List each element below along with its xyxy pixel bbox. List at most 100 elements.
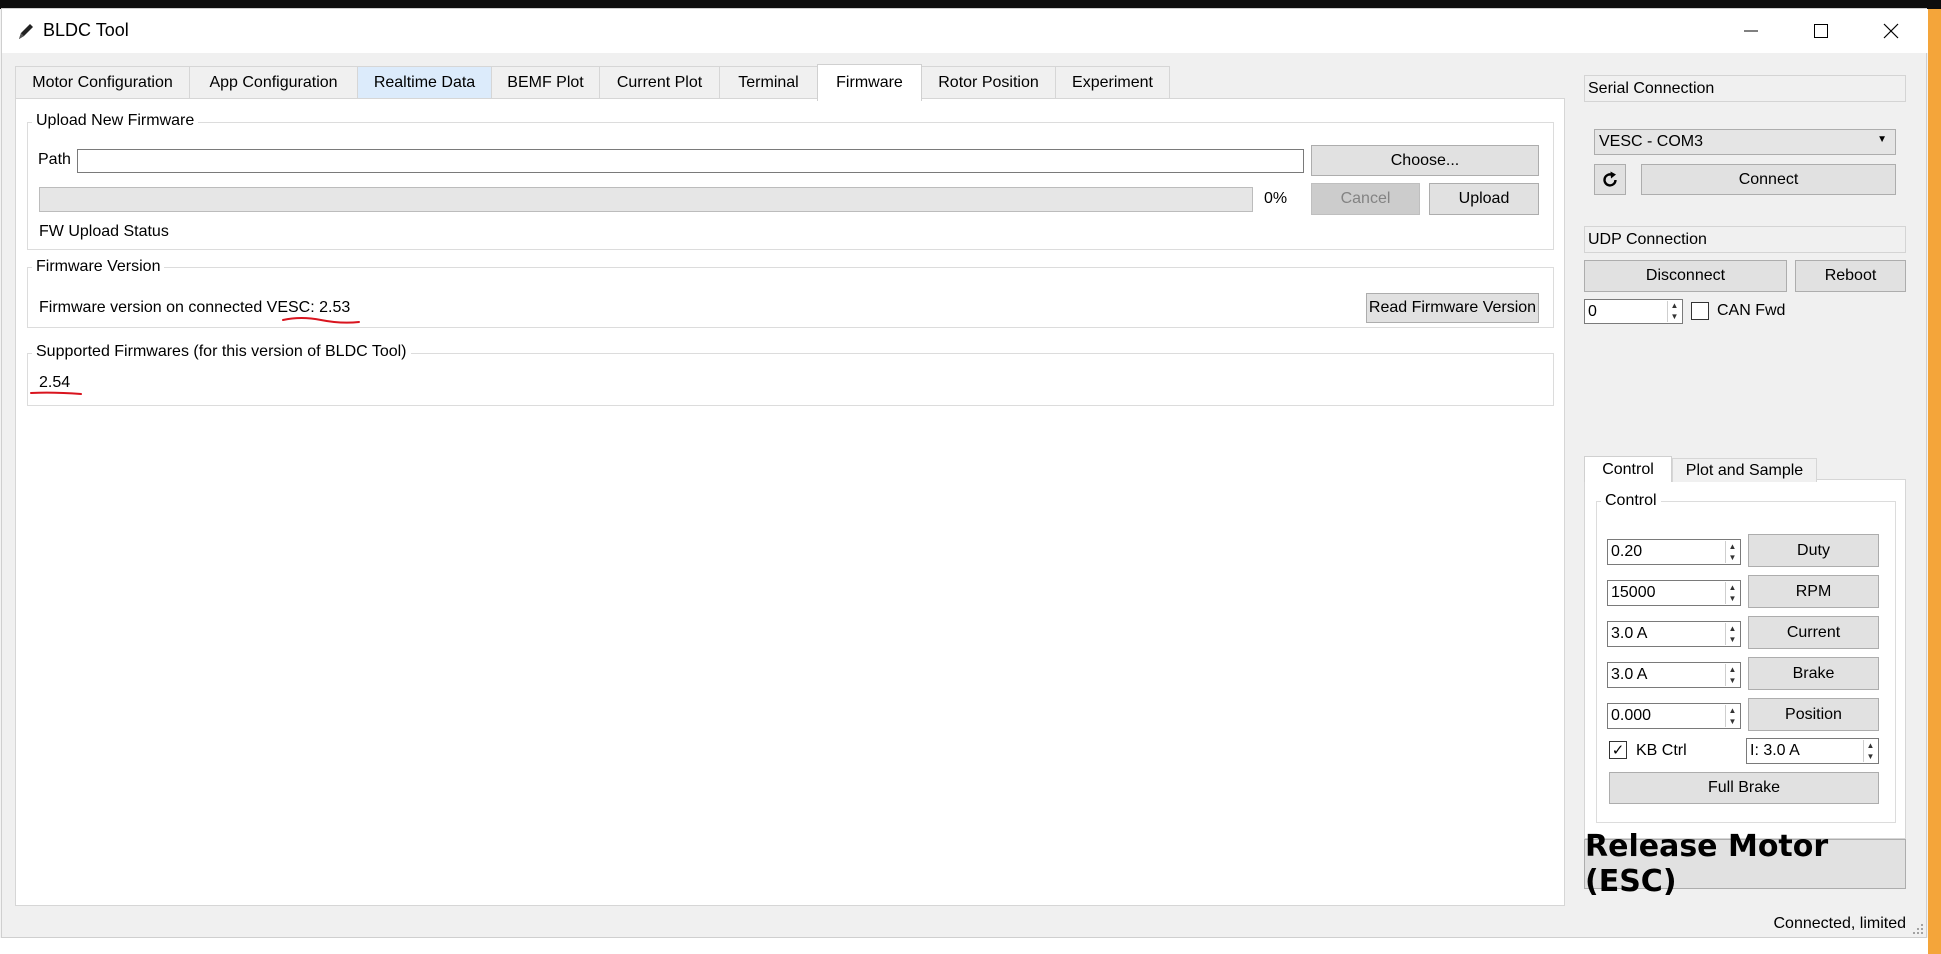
reboot-button[interactable]: Reboot: [1795, 260, 1906, 292]
can-id-value: 0: [1588, 302, 1597, 320]
background-strip: [1928, 9, 1941, 954]
group-title: Firmware Version: [32, 258, 165, 276]
cancel-button[interactable]: Cancel: [1311, 183, 1420, 215]
choose-button[interactable]: Choose...: [1311, 145, 1539, 176]
can-fwd-label: CAN Fwd: [1717, 302, 1786, 319]
current-button[interactable]: Current: [1748, 616, 1879, 649]
tab-label: BEMF Plot: [507, 74, 584, 91]
firmware-page: Upload New Firmware Path Choose... 0% Ca…: [15, 98, 1565, 906]
udp-connection-header: UDP Connection: [1584, 226, 1906, 253]
full-brake-button[interactable]: Full Brake: [1609, 772, 1879, 804]
refresh-icon: [1603, 171, 1617, 187]
port-value: VESC - COM3: [1599, 133, 1704, 150]
upload-button[interactable]: Upload: [1429, 183, 1539, 215]
rpm-value: 15000: [1611, 584, 1656, 601]
spin-down-icon[interactable]: ▼: [1668, 312, 1681, 323]
checkmark-icon: ✓: [1611, 742, 1625, 759]
title-bar: BLDC Tool: [2, 9, 1928, 53]
spin-arrows[interactable]: ▲ ▼: [1725, 705, 1739, 727]
tab-control[interactable]: Control: [1584, 456, 1672, 482]
position-spinbox[interactable]: 0.000 ▲ ▼: [1607, 703, 1741, 729]
group-title: Upload New Firmware: [32, 112, 199, 130]
tab-app-configuration[interactable]: App Configuration: [189, 66, 358, 99]
serial-connection-header: Serial Connection: [1584, 75, 1906, 102]
spin-up-icon[interactable]: ▲: [1864, 740, 1877, 751]
tab-label: Current Plot: [616, 74, 703, 91]
maximize-button[interactable]: [1786, 9, 1856, 53]
spin-arrows[interactable]: ▲ ▼: [1863, 740, 1877, 762]
tab-label: App Configuration: [209, 74, 338, 91]
kb-ctrl-checkbox[interactable]: ✓: [1609, 741, 1627, 759]
spin-up-icon[interactable]: ▲: [1726, 623, 1739, 634]
kb-ctrl-label: KB Ctrl: [1636, 742, 1687, 759]
upload-progress-bar: [39, 187, 1253, 212]
kb-current-value: I: 3.0 A: [1750, 742, 1800, 759]
tab-label: Realtime Data: [373, 74, 476, 91]
read-firmware-version-button[interactable]: Read Firmware Version: [1366, 293, 1539, 323]
brake-button[interactable]: Brake: [1748, 657, 1879, 690]
maximize-icon: [1814, 24, 1828, 38]
spin-arrows[interactable]: ▲ ▼: [1725, 664, 1739, 686]
close-icon: [1883, 23, 1899, 39]
current-spinbox[interactable]: 3.0 A ▲ ▼: [1607, 621, 1741, 647]
group-title: Supported Firmwares (for this version of…: [32, 343, 411, 361]
minimize-icon: [1744, 30, 1758, 32]
tab-firmware[interactable]: Firmware: [817, 64, 922, 101]
spin-down-icon[interactable]: ▼: [1726, 634, 1739, 645]
brake-value: 3.0 A: [1611, 666, 1648, 683]
tab-bemf-plot[interactable]: BEMF Plot: [491, 66, 600, 99]
window-title: BLDC Tool: [43, 20, 129, 40]
progress-percent: 0%: [1264, 190, 1288, 207]
spin-arrows[interactable]: ▲ ▼: [1667, 301, 1681, 322]
position-button[interactable]: Position: [1748, 698, 1879, 731]
release-motor-button[interactable]: Release Motor (ESC): [1584, 829, 1906, 899]
spin-up-icon[interactable]: ▲: [1726, 541, 1739, 552]
spin-arrows[interactable]: ▲ ▼: [1725, 541, 1739, 563]
background-strip: [0, 938, 1928, 954]
chevron-down-icon: ▼: [1877, 134, 1887, 145]
spin-up-icon[interactable]: ▲: [1668, 301, 1681, 312]
resize-grip-icon[interactable]: [1912, 923, 1924, 935]
spin-arrows[interactable]: ▲ ▼: [1725, 582, 1739, 604]
spin-up-icon[interactable]: ▲: [1726, 705, 1739, 716]
connect-button[interactable]: Connect: [1641, 164, 1896, 195]
minimize-button[interactable]: [1716, 9, 1786, 53]
spin-down-icon[interactable]: ▼: [1726, 552, 1739, 563]
tab-label: Terminal: [738, 74, 799, 91]
spin-down-icon[interactable]: ▼: [1864, 751, 1877, 762]
annotation-underline: [282, 317, 360, 324]
rpm-spinbox[interactable]: 15000 ▲ ▼: [1607, 580, 1741, 606]
spin-down-icon[interactable]: ▼: [1726, 675, 1739, 686]
upload-status: FW Upload Status: [39, 223, 169, 240]
path-input[interactable]: [77, 149, 1304, 173]
brake-spinbox[interactable]: 3.0 A ▲ ▼: [1607, 662, 1741, 688]
tab-current-plot[interactable]: Current Plot: [599, 66, 720, 99]
close-button[interactable]: [1856, 9, 1926, 53]
spin-down-icon[interactable]: ▼: [1726, 593, 1739, 604]
tab-motor-configuration[interactable]: Motor Configuration: [15, 66, 190, 99]
tab-label: Firmware: [836, 74, 903, 91]
can-id-spinbox[interactable]: 0 ▲ ▼: [1584, 299, 1683, 324]
tab-label: Motor Configuration: [32, 74, 173, 91]
tab-rotor-position[interactable]: Rotor Position: [921, 66, 1056, 99]
tab-realtime-data[interactable]: Realtime Data: [357, 66, 492, 99]
refresh-ports-button[interactable]: [1594, 164, 1626, 195]
spin-up-icon[interactable]: ▲: [1726, 582, 1739, 593]
rpm-button[interactable]: RPM: [1748, 575, 1879, 608]
current-value: 3.0 A: [1611, 625, 1648, 642]
duty-button[interactable]: Duty: [1748, 534, 1879, 567]
tab-experiment[interactable]: Experiment: [1055, 66, 1170, 99]
spin-down-icon[interactable]: ▼: [1726, 716, 1739, 727]
spin-arrows[interactable]: ▲ ▼: [1725, 623, 1739, 645]
tab-label: Rotor Position: [938, 74, 1039, 91]
disconnect-button[interactable]: Disconnect: [1584, 260, 1787, 292]
duty-spinbox[interactable]: 0.20 ▲ ▼: [1607, 539, 1741, 565]
kb-current-spinbox[interactable]: I: 3.0 A ▲ ▼: [1746, 738, 1879, 764]
tab-terminal[interactable]: Terminal: [719, 66, 818, 99]
spin-up-icon[interactable]: ▲: [1726, 664, 1739, 675]
port-select[interactable]: VESC - COM3 ▼: [1594, 129, 1896, 155]
position-value: 0.000: [1611, 707, 1652, 724]
tab-plot-and-sample[interactable]: Plot and Sample: [1672, 458, 1817, 482]
app-window: BLDC Tool Motor Configuration App Config…: [1, 8, 1928, 938]
can-fwd-checkbox[interactable]: [1691, 302, 1709, 320]
